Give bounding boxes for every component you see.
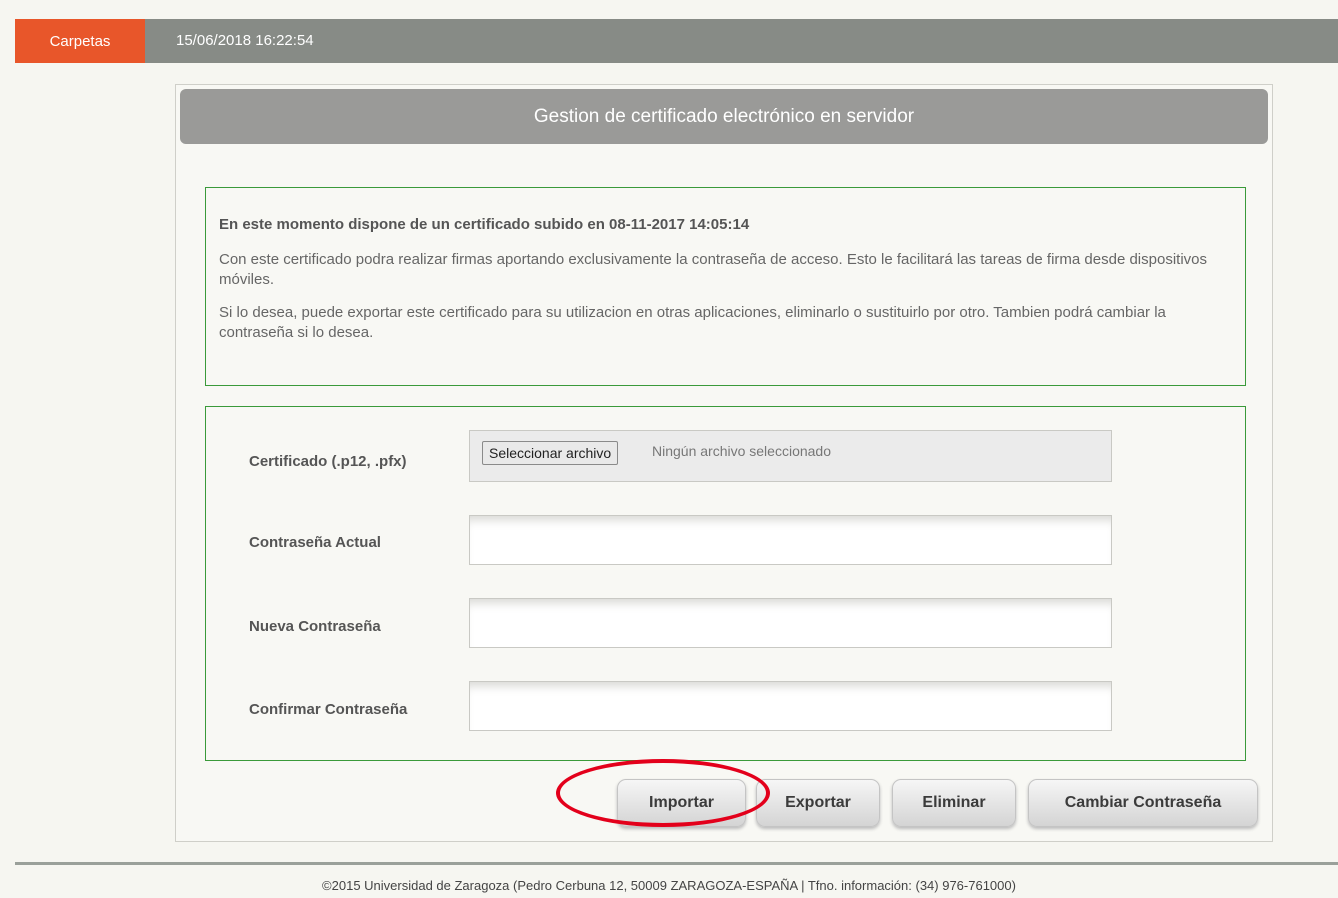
certificate-form: Certificado (.p12, .pfx) Seleccionar arc…: [205, 406, 1246, 761]
certificate-options-paragraph: Si lo desea, puede exportar este certifi…: [219, 304, 1166, 341]
import-button[interactable]: Importar: [617, 779, 746, 827]
carpetas-tab[interactable]: Carpetas: [15, 19, 145, 63]
select-file-button[interactable]: Seleccionar archivo: [482, 441, 619, 465]
footer-divider: [15, 862, 1338, 865]
certificate-file-label: Certificado (.p12, .pfx): [249, 453, 407, 470]
file-status-text: Ningún archivo seleccionado: [652, 443, 831, 459]
certificate-info-paragraph: Con este certificado podra realizar firm…: [219, 251, 1208, 288]
change-password-button[interactable]: Cambiar Contraseña: [1028, 779, 1258, 827]
delete-button[interactable]: Eliminar: [892, 779, 1016, 827]
new-password-input[interactable]: [469, 598, 1112, 648]
current-datetime: 15/06/2018 16:22:54: [176, 32, 314, 49]
top-bar: Carpetas 15/06/2018 16:22:54: [15, 19, 1338, 63]
certificate-file-field[interactable]: Seleccionar archivo Ningún archivo selec…: [469, 430, 1112, 482]
certificate-info-box: En este momento dispone de un certificad…: [205, 187, 1246, 386]
certificate-panel: Gestion de certificado electrónico en se…: [175, 84, 1273, 842]
export-button[interactable]: Exportar: [756, 779, 880, 827]
new-password-label: Nueva Contraseña: [249, 618, 381, 635]
certificate-status-title: En este momento dispone de un certificad…: [219, 216, 750, 233]
panel-title: Gestion de certificado electrónico en se…: [180, 89, 1268, 144]
confirm-password-label: Confirmar Contraseña: [249, 701, 408, 718]
footer-text: ©2015 Universidad de Zaragoza (Pedro Cer…: [322, 878, 1016, 893]
confirm-password-input[interactable]: [469, 681, 1112, 731]
current-password-label: Contraseña Actual: [249, 534, 381, 551]
current-password-input[interactable]: [469, 515, 1112, 565]
